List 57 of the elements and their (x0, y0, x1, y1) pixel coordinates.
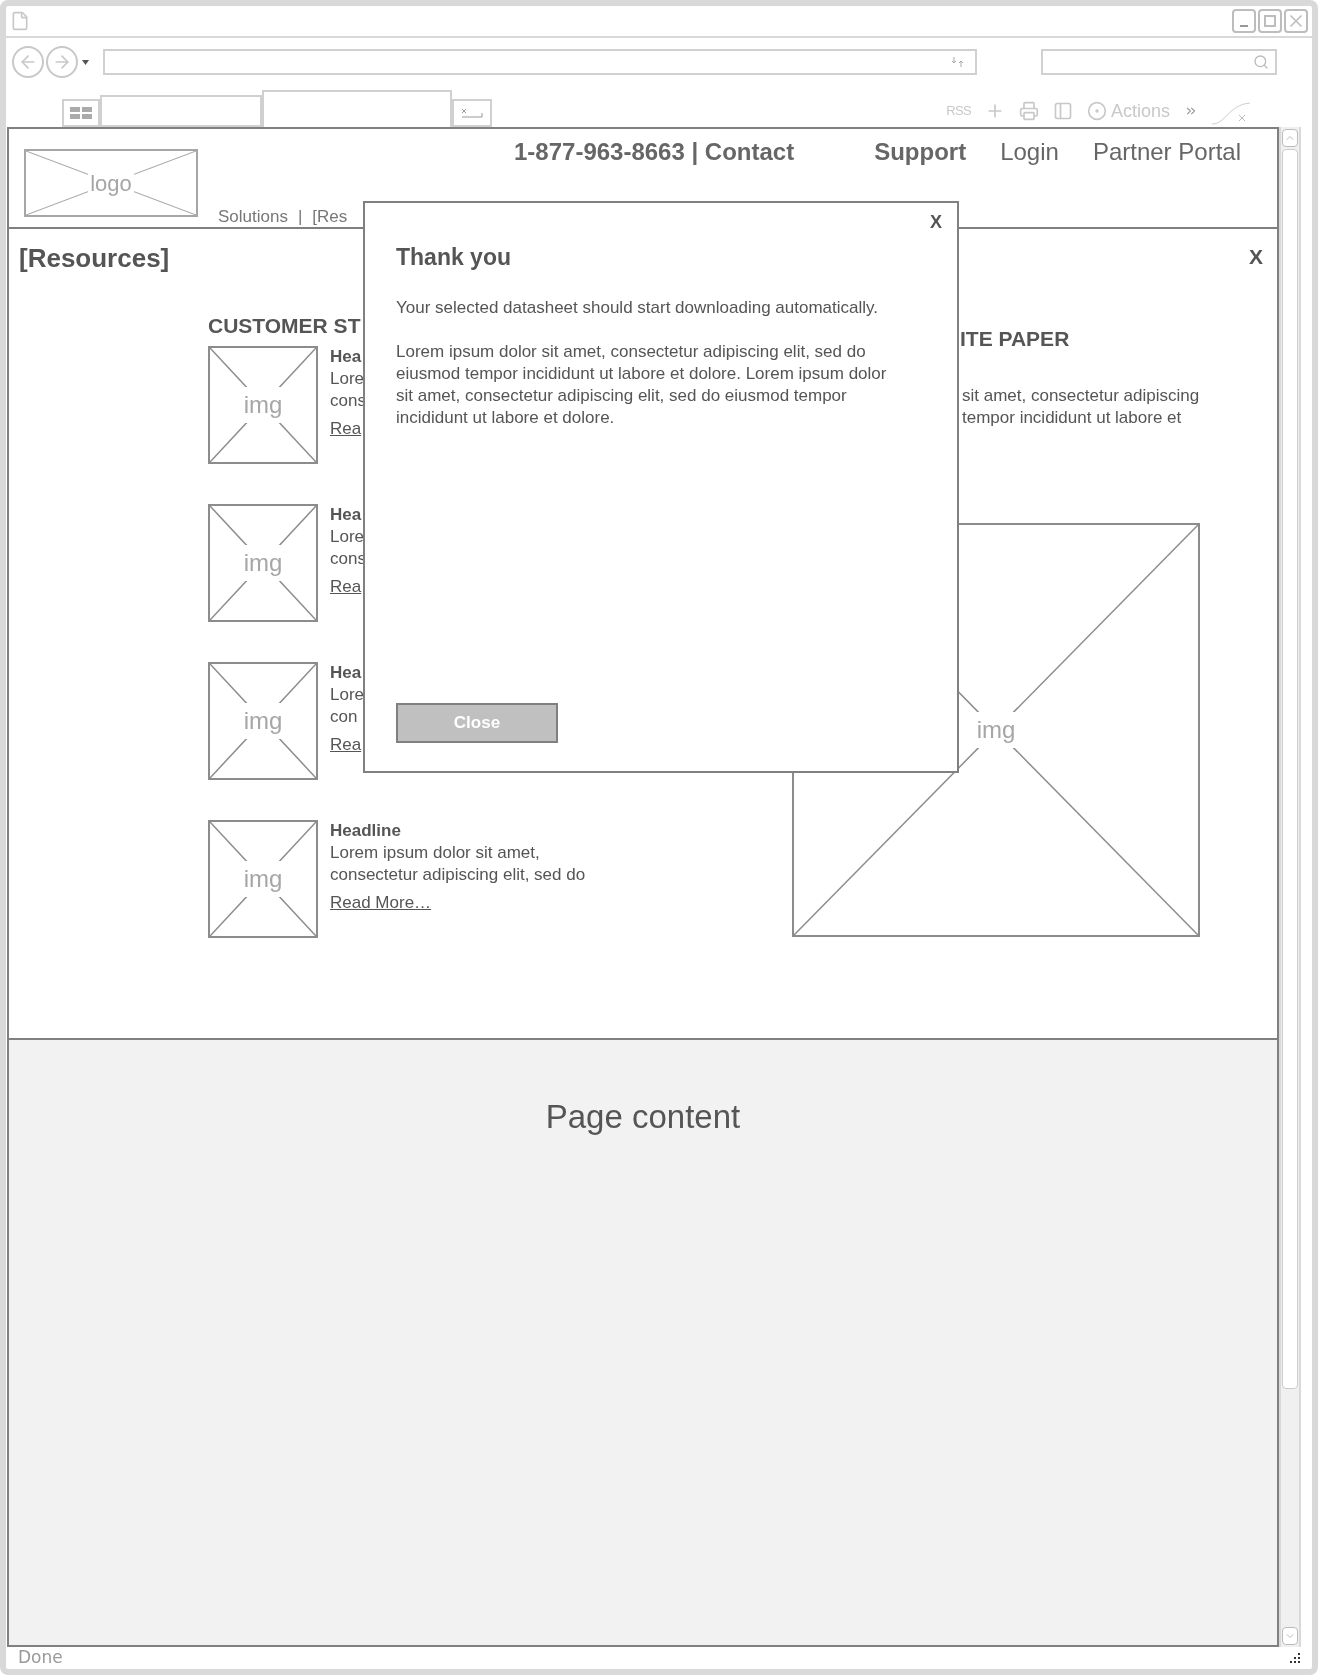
page-content-label: Page content (545, 1097, 741, 1137)
browser-tab[interactable] (100, 95, 262, 127)
read-more-link[interactable]: Rea (330, 576, 366, 598)
summary-line: sit amet, consectetur adipiscing (962, 384, 1200, 407)
grid-button[interactable] (62, 99, 100, 127)
summary-line: Lorem ipsum dolor sit amet, (330, 842, 541, 864)
panel-icon[interactable] (1052, 101, 1073, 121)
new-tab-button[interactable] (452, 99, 492, 127)
nav-link[interactable]: Partner Portal (1092, 134, 1241, 170)
section-heading: ITE PAPER (960, 326, 1070, 352)
summary-line: Lore (330, 368, 366, 390)
breadcrumb-item[interactable]: [Res (312, 204, 348, 230)
headline: Headline (330, 820, 402, 842)
modal-body: Lorem ipsum dolor sit amet, consectetur adipiscing elit, sed do eiusmod tempor incididunt ut labore et dolore. Lorem ipsum dolor sit amet, consectetur adipiscing elit, sed do eiusmod tempor incididunt ut labore et dolore. (396, 340, 888, 429)
summary-line: tempor incididunt ut labore et (962, 406, 1183, 429)
more-icon[interactable] (1184, 104, 1198, 118)
dropdown-icon[interactable] (82, 59, 89, 65)
scroll-up-button[interactable] (1282, 129, 1298, 147)
scroll-thumb[interactable] (1282, 149, 1298, 1389)
breadcrumb-item[interactable]: | (297, 204, 303, 230)
status-text: Done (18, 1646, 63, 1669)
minimize-button[interactable] (1232, 9, 1256, 33)
search-field[interactable] (1041, 49, 1277, 75)
scrollbar[interactable] (1279, 127, 1301, 1647)
target-icon (1086, 101, 1107, 121)
phone-contact[interactable]: 1-877-963-8663 | Contact (514, 134, 795, 170)
modal-title: Thank you (396, 243, 512, 272)
headline: Hea (330, 346, 363, 368)
close-button[interactable]: X (1249, 241, 1263, 273)
scroll-down-button[interactable] (1282, 1627, 1298, 1645)
new-tab-icon (460, 107, 484, 119)
section-title: [Resources] (19, 242, 170, 275)
close-button[interactable] (1284, 9, 1308, 33)
read-more-link[interactable]: Rea (330, 734, 365, 756)
page-icon (10, 11, 30, 31)
summary-line: consectetur adipiscing elit, sed do (330, 864, 586, 886)
maximize-button[interactable] (1258, 9, 1282, 33)
search-icon (1253, 54, 1269, 70)
summary-line: con (330, 706, 359, 728)
modal-message: Your selected datasheet should start downloading automatically. (396, 296, 879, 319)
browser-tab[interactable] (262, 90, 452, 127)
summary-line: Lore (330, 684, 365, 706)
resize-grip-icon[interactable] (1290, 1653, 1300, 1663)
headline: Hea (330, 662, 363, 684)
read-more-link[interactable]: Read More… (330, 892, 586, 914)
printer-icon[interactable] (1018, 101, 1039, 121)
close-button[interactable]: X (930, 209, 942, 236)
address-field[interactable] (103, 49, 977, 75)
summary-line: Lore (330, 526, 366, 548)
read-more-link[interactable]: Rea (330, 418, 366, 440)
headline: Hea (330, 504, 363, 526)
nav-link[interactable]: Support (874, 134, 967, 170)
back-button[interactable] (12, 46, 44, 78)
section-heading: CUSTOMER ST (208, 314, 362, 338)
nav-link[interactable]: Login (1000, 134, 1059, 170)
reload-icon[interactable] (951, 57, 965, 67)
breadcrumb-item[interactable]: Solutions (218, 204, 288, 230)
